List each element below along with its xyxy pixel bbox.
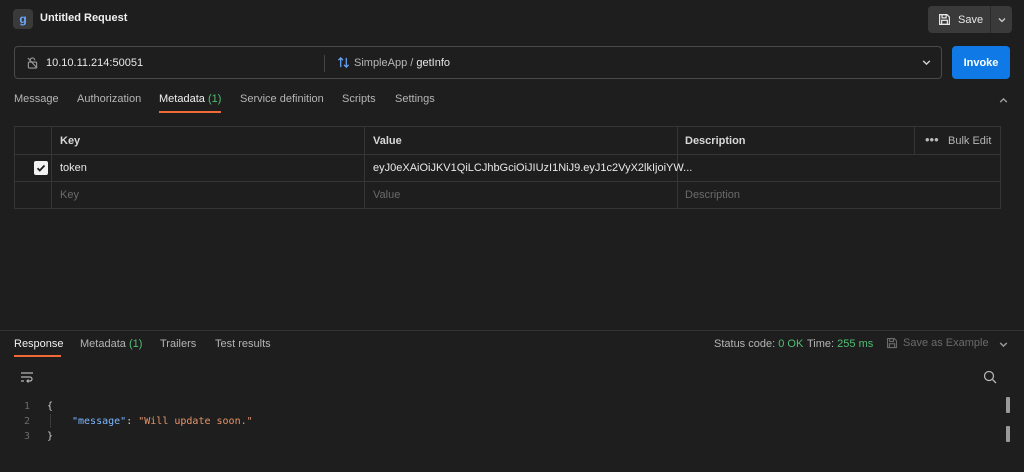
server-address-input[interactable]: 10.10.11.214:50051 <box>46 57 143 69</box>
save-label: Save <box>958 13 984 26</box>
bulk-edit-button[interactable]: Bulk Edit <box>948 135 991 147</box>
response-pane-divider[interactable] <box>0 330 1024 331</box>
table-divider <box>15 154 1000 155</box>
table-divider <box>51 127 52 208</box>
wrap-lines-icon[interactable] <box>20 371 34 383</box>
service-method-separator: / <box>407 57 417 69</box>
more-options-icon[interactable]: ••• <box>925 132 939 147</box>
new-value-input[interactable]: Value <box>373 189 400 201</box>
row-enabled-checkbox[interactable] <box>34 161 48 175</box>
response-tab-response[interactable]: Response <box>14 338 64 350</box>
response-time-label: Time: <box>807 338 835 350</box>
chevron-down-icon[interactable] <box>998 339 1009 350</box>
app-logo-icon: g <box>13 9 33 29</box>
response-tab-metadata[interactable]: Metadata (1) <box>80 338 142 350</box>
line-number: 2 <box>24 416 31 427</box>
response-tab-metadata-label: Metadata <box>80 338 126 350</box>
line-number: 3 <box>24 431 31 442</box>
json-key: "message" <box>72 416 127 427</box>
status-code: Status code: 0 OK <box>714 338 803 350</box>
tab-authorization[interactable]: Authorization <box>77 93 141 105</box>
tab-metadata-count: (1) <box>207 93 222 105</box>
column-header-key: Key <box>60 135 81 147</box>
save-as-example-button[interactable]: Save as Example <box>886 337 989 349</box>
tab-scripts[interactable]: Scripts <box>342 93 376 105</box>
search-icon[interactable] <box>983 370 997 384</box>
tab-service-definition[interactable]: Service definition <box>240 93 324 105</box>
code-open-brace: { <box>47 401 54 412</box>
response-time: Time: 255 ms <box>807 338 873 350</box>
code-close-brace: } <box>47 431 54 442</box>
new-key-input[interactable]: Key <box>60 189 79 201</box>
status-code-label: Status code: <box>714 338 776 350</box>
table-divider <box>364 127 365 208</box>
new-description-input[interactable]: Description <box>685 189 740 201</box>
response-tab-trailers[interactable]: Trailers <box>160 338 196 350</box>
chevron-up-icon[interactable] <box>998 95 1009 106</box>
response-tab-metadata-count: (1) <box>128 338 143 350</box>
active-response-tab-indicator <box>14 355 61 357</box>
tab-settings[interactable]: Settings <box>395 93 435 105</box>
service-name: SimpleApp <box>354 57 408 69</box>
method-selector[interactable]: SimpleApp / getInfo <box>354 57 450 69</box>
url-divider <box>324 55 325 72</box>
line-number: 1 <box>24 401 31 412</box>
json-colon: : <box>126 416 139 427</box>
column-header-description: Description <box>685 135 746 147</box>
metadata-table: Key Value Description ••• Bulk Edit toke… <box>14 126 1001 209</box>
save-as-example-label: Save as Example <box>903 337 989 349</box>
save-example-icon <box>886 337 898 349</box>
status-code-value: 0 OK <box>778 338 804 350</box>
checkmark-icon <box>36 164 46 172</box>
request-title[interactable]: Untitled Request <box>40 12 127 24</box>
response-time-value: 255 ms <box>837 338 874 350</box>
tab-message[interactable]: Message <box>14 93 59 105</box>
save-dropdown-button[interactable] <box>990 6 1012 33</box>
scrollbar-thumb[interactable] <box>1006 397 1010 413</box>
bidirectional-arrows-icon <box>337 57 350 68</box>
insecure-lock-icon <box>27 57 38 69</box>
invoke-button[interactable]: Invoke <box>952 46 1010 79</box>
response-tab-test-results[interactable]: Test results <box>215 338 271 350</box>
indent-guide <box>50 414 51 428</box>
tab-metadata[interactable]: Metadata (1) <box>159 93 221 105</box>
active-tab-indicator <box>159 111 221 113</box>
code-line-message: "message": "Will update soon." <box>72 416 253 427</box>
save-button[interactable]: Save <box>928 6 990 33</box>
metadata-value-cell[interactable]: eyJ0eXAiOiJKV1QiLCJhbGciOiJIUzI1NiJ9.eyJ… <box>373 162 692 174</box>
url-bar[interactable]: 10.10.11.214:50051 SimpleApp / getInfo <box>14 46 942 79</box>
chevron-down-icon[interactable] <box>921 57 932 68</box>
column-header-value: Value <box>373 135 402 147</box>
chevron-down-icon <box>998 17 1005 22</box>
method-name: getInfo <box>416 57 451 69</box>
table-divider <box>914 127 915 154</box>
json-string-value: "Will update soon." <box>138 416 253 427</box>
tab-metadata-label: Metadata <box>159 93 205 105</box>
table-divider <box>15 181 1000 182</box>
save-disk-icon <box>939 14 950 25</box>
scrollbar-thumb[interactable] <box>1006 426 1010 442</box>
metadata-key-cell[interactable]: token <box>60 162 87 174</box>
